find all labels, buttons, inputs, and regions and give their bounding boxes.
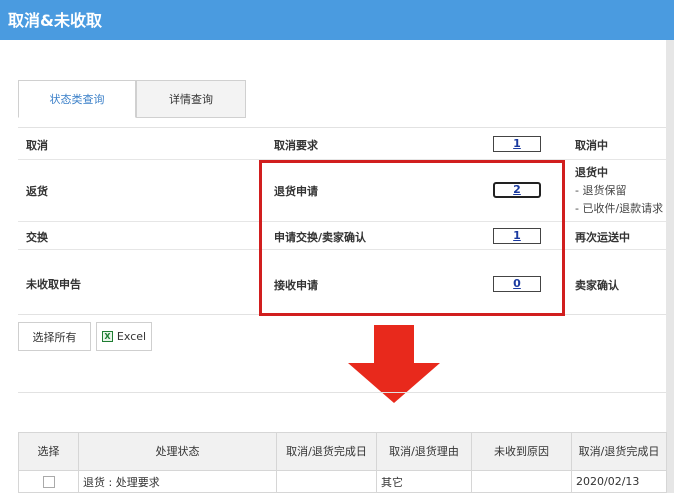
result-table: 选择 处理状态 取消/退货完成日 取消/退货理由 未收到原因 取消/退货完成日 …	[18, 432, 667, 493]
completed-date-cell: 2020/02/13	[571, 470, 667, 493]
page-title: 取消&未收取	[8, 11, 102, 30]
row-category: 交换	[26, 231, 48, 244]
row-category: 取消	[26, 139, 48, 152]
excel-icon: X	[101, 331, 113, 342]
excel-button-label: Excel	[116, 330, 147, 343]
highlight-box	[259, 160, 565, 316]
page-header: 取消&未收取	[0, 0, 674, 40]
table-row: 退货 : 处理要求 其它 2020/02/13	[18, 470, 667, 493]
row-status: 取消中	[575, 139, 608, 152]
row-status: 退货中	[575, 166, 608, 179]
column-header: 未收到原因	[471, 432, 572, 471]
section-divider	[18, 392, 666, 393]
reason-cell: 其它	[376, 470, 472, 493]
row-checkbox[interactable]	[42, 475, 55, 488]
column-header: 处理状态	[78, 432, 277, 471]
status-sub-item: - 退货保留	[575, 184, 627, 197]
column-header: 取消/退货理由	[376, 432, 472, 471]
column-header: 取消/退货完成日	[571, 432, 667, 471]
count-link[interactable]: 1	[493, 136, 541, 152]
not-received-cell	[471, 470, 572, 493]
status-sub-item: - 已收件/退款请求	[575, 202, 664, 215]
status-row-cancel: 取消 取消要求 1 取消中	[18, 128, 666, 160]
completed-cell	[276, 470, 377, 493]
excel-button[interactable]: X Excel	[96, 322, 152, 351]
column-header: 取消/退货完成日	[276, 432, 377, 471]
row-category: 未收取申告	[26, 278, 81, 291]
row-status: 卖家确认	[575, 279, 619, 292]
table-header-row: 选择 处理状态 取消/退货完成日 取消/退货理由 未收到原因 取消/退货完成日	[18, 432, 667, 471]
tab-status-query[interactable]: 状态类查询	[18, 80, 136, 118]
status-cell: 退货 : 处理要求	[78, 470, 277, 493]
row-status: 再次运送中	[575, 231, 630, 244]
select-all-button[interactable]: 选择所有	[18, 322, 91, 351]
row-category: 返货	[26, 185, 48, 198]
tab-detail-query[interactable]: 详情查询	[136, 80, 246, 118]
select-cell	[18, 470, 79, 493]
vertical-scrollbar[interactable]	[666, 40, 674, 493]
column-header: 选择	[18, 432, 79, 471]
row-action: 取消要求	[274, 139, 318, 152]
